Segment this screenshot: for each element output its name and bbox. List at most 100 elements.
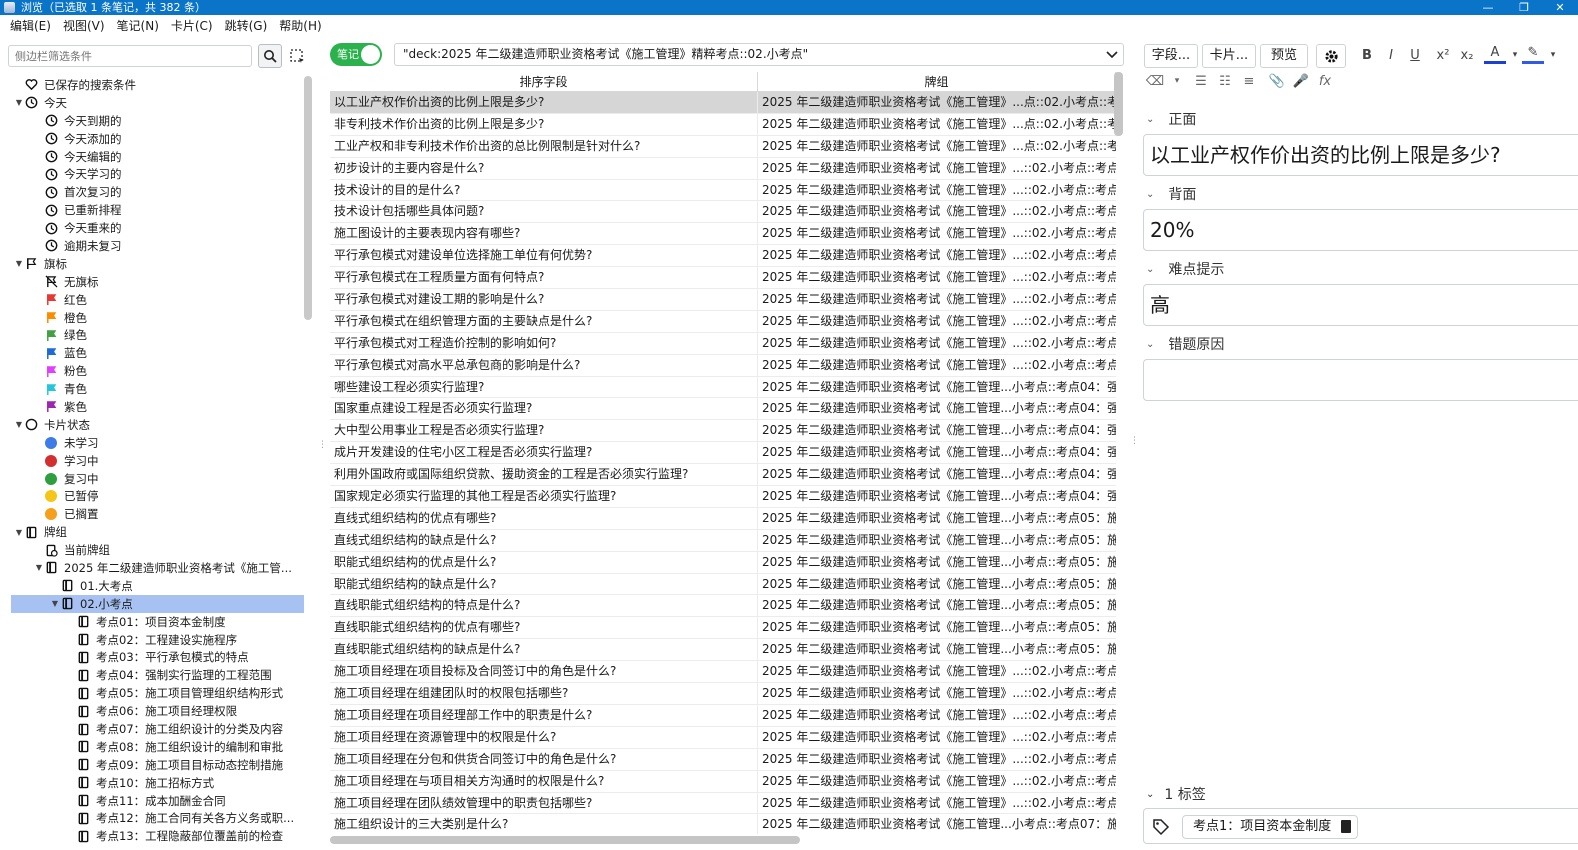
- sidebar-tree-item[interactable]: 考点06：施工项目经理权限: [0, 702, 304, 720]
- field-back-editor[interactable]: 20%: [1143, 209, 1578, 251]
- highlight-dropdown[interactable]: ▾: [1542, 44, 1564, 66]
- sidebar-tree-item[interactable]: 橙色: [0, 309, 304, 327]
- sidebar-tree-item[interactable]: 绿色: [0, 326, 304, 344]
- table-row[interactable]: 施工项目经理在与项目相关方沟通时的权限是什么? 2025 年二级建造师职业资格考试…: [330, 770, 1116, 793]
- expand-arrow-icon[interactable]: ▼: [34, 563, 44, 572]
- microphone-icon[interactable]: 🎤: [1290, 70, 1312, 92]
- formula-icon[interactable]: fx: [1314, 70, 1336, 92]
- table-row[interactable]: 哪些建设工程必须实行监理? 2025 年二级建造师职业资格考试《施工管理...小考…: [330, 376, 1116, 399]
- tag-chip[interactable]: 考点1：项目资本金制度: [1182, 815, 1359, 839]
- sidebar-tree-item[interactable]: 考点02：工程建设实施程序: [0, 631, 304, 649]
- table-row[interactable]: 初步设计的主要内容是什么? 2025 年二级建造师职业资格考试《施工管理》...:…: [330, 157, 1116, 180]
- bold-button[interactable]: B: [1356, 44, 1378, 66]
- sidebar-tree-item[interactable]: 当前牌组: [0, 541, 304, 559]
- table-row[interactable]: 职能式组织结构的缺点是什么? 2025 年二级建造师职业资格考试《施工管理...小…: [330, 573, 1116, 596]
- sidebar-tree-item[interactable]: 已保存的搜索条件: [0, 76, 304, 94]
- field-label-error-reason[interactable]: ⌄ 错题原因: [1146, 334, 1224, 354]
- sidebar-tree-item[interactable]: 考点08：施工组织设计的编制和审批: [0, 738, 304, 756]
- table-row[interactable]: 直线式组织结构的缺点是什么? 2025 年二级建造师职业资格考试《施工管理...小…: [330, 529, 1116, 552]
- notes-mode-toggle[interactable]: 笔记: [330, 43, 382, 66]
- field-label-back[interactable]: ⌄ 背面: [1146, 184, 1196, 204]
- select-tool-button[interactable]: [286, 44, 308, 68]
- field-error-reason-editor[interactable]: [1143, 359, 1578, 401]
- sidebar-tree-item[interactable]: 考点05：施工项目管理组织结构形式: [0, 684, 304, 702]
- table-row[interactable]: 成片开发建设的住宅小区工程是否必须实行监理? 2025 年二级建造师职业资格考试《…: [330, 442, 1116, 465]
- table-row[interactable]: 大中型公用事业工程是否必须实行监理? 2025 年二级建造师职业资格考试《施工管理…: [330, 420, 1116, 443]
- sidebar-tree-item[interactable]: ▼ 2025 年二级建造师职业资格考试《施工管...: [0, 559, 304, 577]
- column-header-sort-field[interactable]: 排序字段: [330, 72, 758, 91]
- table-row[interactable]: 国家重点建设工程是否必须实行监理? 2025 年二级建造师职业资格考试《施工管理.…: [330, 398, 1116, 421]
- table-row[interactable]: 平行承包模式对建设单位选择施工单位有何优势? 2025 年二级建造师职业资格考试《…: [330, 245, 1116, 268]
- sidebar-scrollbar[interactable]: [304, 76, 312, 320]
- sidebar-tree-item[interactable]: 考点10：施工招标方式: [0, 774, 304, 792]
- expand-arrow-icon[interactable]: ▼: [50, 599, 60, 608]
- table-row[interactable]: 技术设计的目的是什么? 2025 年二级建造师职业资格考试《施工管理》...::0…: [330, 179, 1116, 202]
- expand-arrow-icon[interactable]: ▼: [14, 259, 24, 268]
- table-row[interactable]: 以工业产权作价出资的比例上限是多少? 2025 年二级建造师职业资格考试《施工管理…: [330, 92, 1116, 114]
- search-query-input[interactable]: "deck:2025 年二级建造师职业资格考试《施工管理》精粹考点::02.小考…: [394, 43, 1124, 66]
- field-hint-editor[interactable]: 高: [1143, 284, 1578, 326]
- sidebar-tree-item[interactable]: ▼ 卡片状态: [0, 416, 304, 434]
- minimize-button[interactable]: —: [1470, 0, 1506, 15]
- table-row[interactable]: 工业产权和非专利技术作价出资的总比例限制是针对什么? 2025 年二级建造师职业资…: [330, 135, 1116, 158]
- sidebar-tree-item[interactable]: 无旗标: [0, 273, 304, 291]
- tags-label[interactable]: ⌄ 1 标签: [1146, 784, 1206, 804]
- menu-view[interactable]: 视图(V): [59, 15, 113, 37]
- table-row[interactable]: 平行承包模式对建设工期的影响是什么? 2025 年二级建造师职业资格考试《施工管理…: [330, 289, 1116, 311]
- table-row[interactable]: 平行承包模式在工程质量方面有何特点? 2025 年二级建造师职业资格考试《施工管理…: [330, 267, 1116, 290]
- field-label-hint[interactable]: ⌄ 难点提示: [1146, 259, 1224, 279]
- ordered-list-icon[interactable]: ☷: [1214, 70, 1236, 92]
- sidebar-tree-item[interactable]: 粉色: [0, 362, 304, 380]
- sidebar-tree-item[interactable]: ▼ 02.小考点: [11, 594, 304, 613]
- table-row[interactable]: 施工项目经理在项目投标及合同签订中的角色是什么? 2025 年二级建造师职业资格考…: [330, 661, 1116, 684]
- sidebar-tree-item[interactable]: 复习中: [0, 470, 304, 488]
- table-row[interactable]: 国家规定必须实行监理的其他工程是否必须实行监理? 2025 年二级建造师职业资格考…: [330, 486, 1116, 508]
- unordered-list-icon[interactable]: ☰: [1190, 70, 1212, 92]
- table-row[interactable]: 直线式组织结构的优点有哪些? 2025 年二级建造师职业资格考试《施工管理...小…: [330, 507, 1116, 530]
- sidebar-tree-item[interactable]: 已搁置: [0, 505, 304, 523]
- sidebar-search-input[interactable]: [8, 45, 252, 67]
- sidebar-tree-item[interactable]: 考点09：施工项目目标动态控制措施: [0, 756, 304, 774]
- close-button[interactable]: ✕: [1542, 0, 1578, 15]
- menu-edit[interactable]: 编辑(E): [6, 15, 59, 37]
- table-vertical-scrollbar[interactable]: [1114, 72, 1123, 136]
- highlight-button[interactable]: ✎: [1522, 44, 1544, 64]
- italic-button[interactable]: I: [1380, 44, 1402, 66]
- align-icon[interactable]: ≡: [1238, 70, 1260, 92]
- sidebar-tree-item[interactable]: 红色: [0, 291, 304, 309]
- fields-button[interactable]: 字段...: [1144, 44, 1198, 68]
- sidebar-tree-item[interactable]: 今天重来的: [0, 219, 304, 237]
- preview-button[interactable]: 预览: [1260, 44, 1308, 68]
- sidebar-tree-item[interactable]: 蓝色: [0, 344, 304, 362]
- field-label-front[interactable]: ⌄ 正面: [1146, 109, 1196, 129]
- sidebar-tree-item[interactable]: ▼ 今天: [0, 94, 304, 112]
- sidebar-tree-item[interactable]: 逾期未复习: [0, 237, 304, 255]
- eraser-dropdown[interactable]: ▾: [1166, 70, 1188, 92]
- text-color-button[interactable]: A: [1484, 44, 1506, 64]
- table-row[interactable]: 施工图设计的主要表现内容有哪些? 2025 年二级建造师职业资格考试《施工管理》.…: [330, 223, 1116, 246]
- table-row[interactable]: 非专利技术作价出资的比例上限是多少? 2025 年二级建造师职业资格考试《施工管理…: [330, 113, 1116, 136]
- attachment-icon[interactable]: 📎: [1266, 70, 1288, 92]
- sidebar-tree-item[interactable]: 考点11：成本加酬金合同: [0, 792, 304, 810]
- expand-arrow-icon[interactable]: ▼: [14, 98, 24, 107]
- chevron-down-icon[interactable]: [1105, 44, 1119, 65]
- table-row[interactable]: 直线职能式组织结构的特点是什么? 2025 年二级建造师职业资格考试《施工管理..…: [330, 595, 1116, 618]
- table-row[interactable]: 施工项目经理在团队绩效管理中的职责包括哪些? 2025 年二级建造师职业资格考试《…: [330, 792, 1116, 815]
- superscript-button[interactable]: x²: [1432, 44, 1454, 66]
- sidebar-tree-item[interactable]: 考点04：强制实行监理的工程范围: [0, 666, 304, 684]
- expand-arrow-icon[interactable]: ▼: [14, 420, 24, 429]
- underline-button[interactable]: U: [1404, 44, 1426, 66]
- table-row[interactable]: 职能式组织结构的优点是什么? 2025 年二级建造师职业资格考试《施工管理...小…: [330, 551, 1116, 574]
- expand-arrow-icon[interactable]: ▼: [14, 528, 24, 537]
- table-row[interactable]: 施工组织设计的三大类别是什么? 2025 年二级建造师职业资格考试《施工管理...…: [330, 814, 1116, 834]
- menu-cards[interactable]: 卡片(C): [167, 15, 221, 37]
- table-row[interactable]: 平行承包模式对高水平总承包商的影响是什么? 2025 年二级建造师职业资格考试《施…: [330, 354, 1116, 377]
- sidebar-tree-item[interactable]: 学习中: [0, 452, 304, 470]
- sidebar-tree-item[interactable]: 今天添加的: [0, 130, 304, 148]
- sidebar-tree-item[interactable]: 未学习: [0, 434, 304, 452]
- cards-button[interactable]: 卡片...: [1202, 44, 1256, 68]
- sidebar-tree-item[interactable]: 已重新排程: [0, 201, 304, 219]
- table-row[interactable]: 施工项目经理在资源管理中的权限是什么? 2025 年二级建造师职业资格考试《施工管…: [330, 726, 1116, 749]
- menu-help[interactable]: 帮助(H): [275, 15, 329, 37]
- table-row[interactable]: 施工项目经理在组建团队时的权限包括哪些? 2025 年二级建造师职业资格考试《施工…: [330, 683, 1116, 705]
